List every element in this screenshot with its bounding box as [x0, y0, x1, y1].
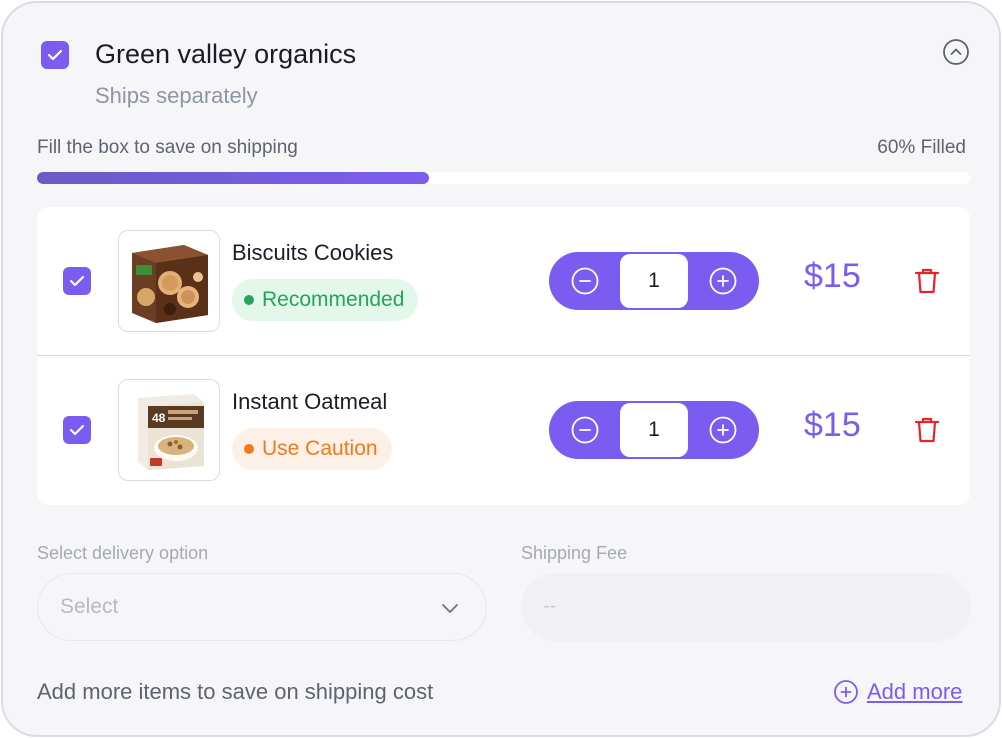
quantity-stepper: 1: [549, 401, 759, 459]
delivery-option-select[interactable]: Select: [37, 573, 487, 641]
item-checkbox[interactable]: [63, 416, 91, 444]
status-dot-icon: [244, 295, 254, 305]
vendor-cart-card: Green valley organics Ships separately F…: [1, 1, 1001, 737]
decrease-quantity-button[interactable]: [570, 266, 600, 296]
progress-label: Fill the box to save on shipping: [37, 137, 298, 158]
quantity-input[interactable]: 1: [620, 254, 688, 308]
cart-item-row: Biscuits Cookies Recommended 1 $15: [37, 207, 970, 356]
status-dot-icon: [244, 444, 254, 454]
vendor-subtitle: Ships separately: [95, 83, 258, 108]
minus-circle-icon: [571, 416, 599, 444]
delete-item-button[interactable]: [914, 416, 940, 444]
trash-icon: [914, 268, 940, 294]
item-checkbox[interactable]: [63, 267, 91, 295]
delivery-option-value: Select: [60, 595, 119, 618]
plus-circle-icon: [709, 267, 737, 295]
quantity-stepper: 1: [549, 252, 759, 310]
item-price: $15: [804, 257, 861, 295]
collapse-button[interactable]: [942, 38, 970, 66]
minus-circle-icon: [571, 267, 599, 295]
progress-bar: [37, 172, 970, 184]
vendor-checkbox[interactable]: [41, 41, 69, 69]
product-image: 48: [118, 379, 220, 481]
plus-circle-icon: [709, 416, 737, 444]
box-count-text: 48: [152, 411, 166, 425]
shipping-fee-field: --: [521, 573, 971, 641]
shipping-fee-value: --: [543, 595, 557, 617]
add-more-hint: Add more items to save on shipping cost: [37, 679, 434, 704]
checkmark-icon: [69, 424, 85, 436]
checkmark-icon: [47, 49, 63, 61]
cart-item-row: 48 Instant Oatmeal Use Caution 1 $15: [37, 356, 970, 505]
chevron-down-icon: [442, 604, 458, 613]
decrease-quantity-button[interactable]: [570, 415, 600, 445]
badge-label: Use Caution: [262, 437, 378, 460]
add-more-link[interactable]: Add more: [833, 679, 962, 705]
delivery-option-label: Select delivery option: [37, 543, 209, 563]
quantity-input[interactable]: 1: [620, 403, 688, 457]
caution-badge: Use Caution: [232, 428, 392, 470]
oatmeal-box-image: 48: [138, 394, 204, 470]
cart-items-list: Biscuits Cookies Recommended 1 $15 48 In…: [37, 207, 970, 505]
plus-circle-icon: [834, 680, 858, 704]
product-name: Instant Oatmeal: [232, 389, 388, 414]
add-more-label: Add more: [867, 679, 963, 704]
vendor-name: Green valley organics: [95, 39, 357, 69]
checkmark-icon: [69, 275, 85, 287]
cookie-box-image: [132, 245, 208, 323]
progress-status: 60% Filled: [877, 137, 966, 158]
product-image: [118, 230, 220, 332]
shipping-fee-label: Shipping Fee: [521, 543, 628, 563]
chevron-up-circle-icon: [943, 39, 969, 65]
increase-quantity-button[interactable]: [708, 415, 738, 445]
delete-item-button[interactable]: [914, 267, 940, 295]
progress-bar-fill: [37, 172, 429, 184]
trash-icon: [914, 417, 940, 443]
increase-quantity-button[interactable]: [708, 266, 738, 296]
product-name: Biscuits Cookies: [232, 240, 394, 265]
item-price: $15: [804, 406, 861, 444]
recommended-badge: Recommended: [232, 279, 419, 321]
badge-label: Recommended: [262, 288, 405, 311]
